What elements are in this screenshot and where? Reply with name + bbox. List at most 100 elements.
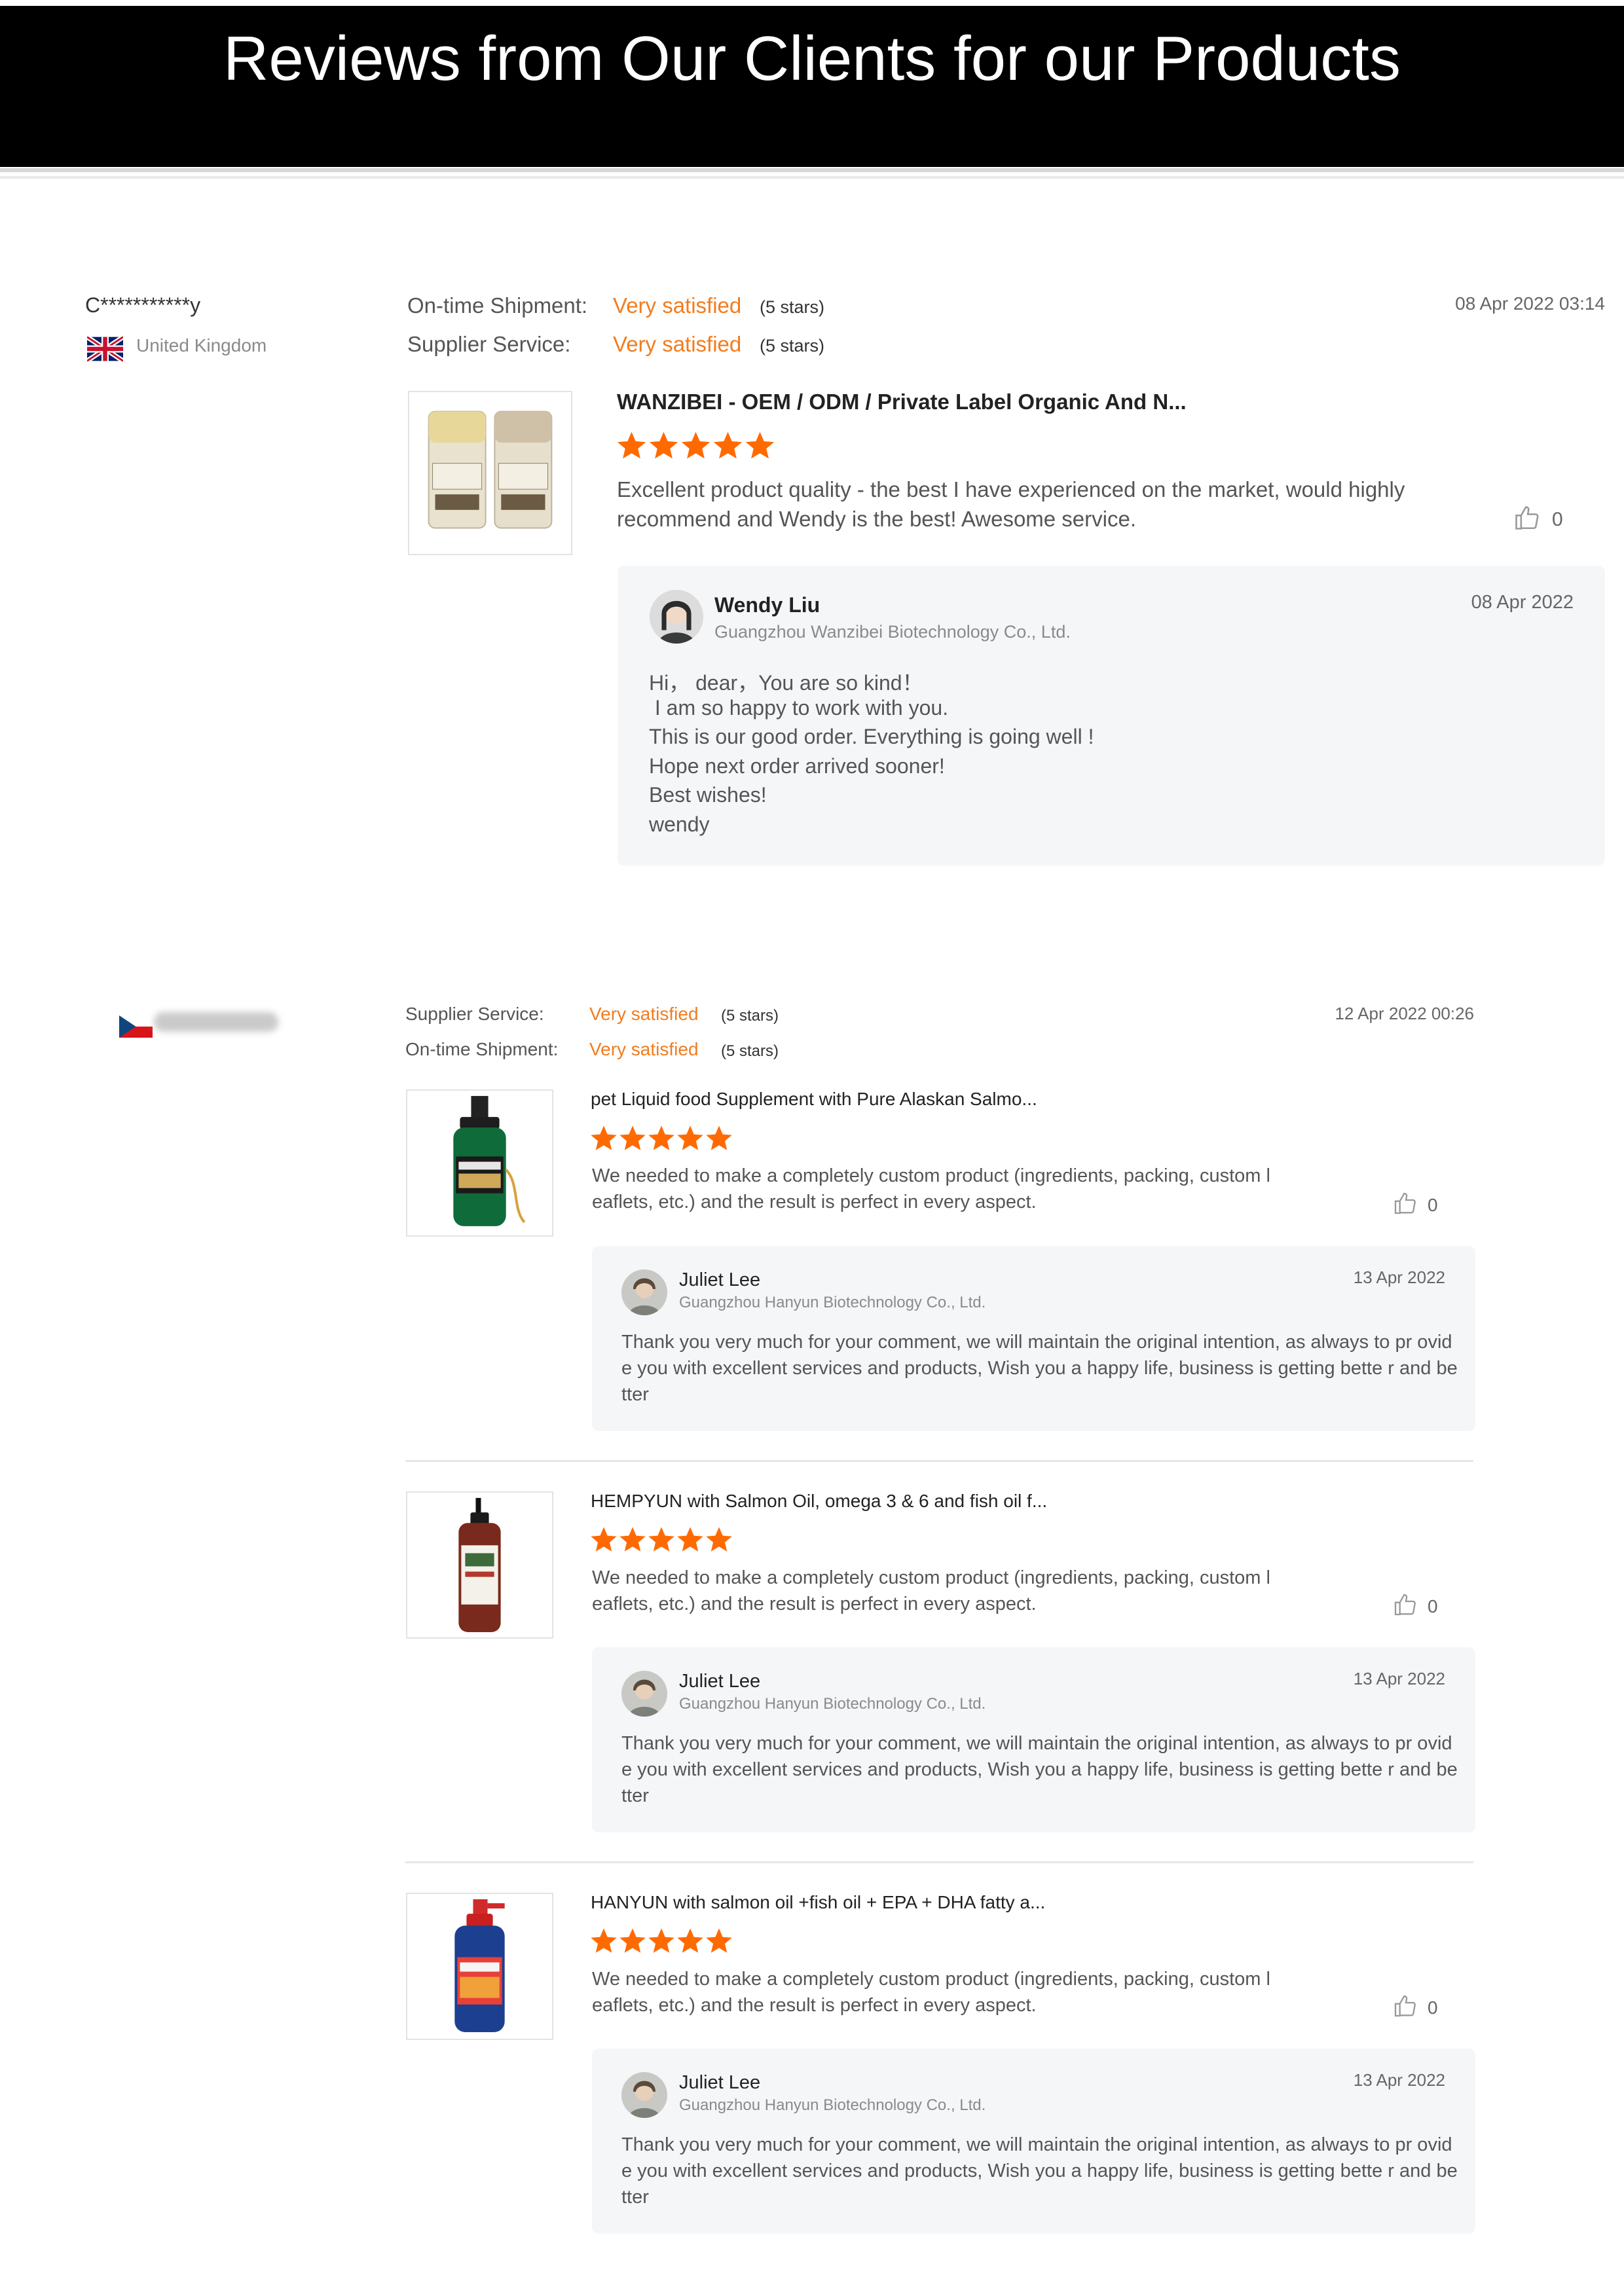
star-icon (589, 1927, 618, 1958)
reply-company: Guangzhou Hanyun Biotechnology Co., Ltd. (679, 1294, 986, 1311)
like-button[interactable]: 0 (1392, 1190, 1438, 1220)
avatar (621, 2072, 667, 2118)
reply-date: 08 Apr 2022 (1471, 592, 1574, 613)
thumbs-up-icon (1392, 1592, 1418, 1621)
reply-author: Juliet Lee (679, 2072, 761, 2093)
reply-author: Juliet Lee (679, 1269, 761, 1290)
reviewer-name: C***********y (85, 293, 201, 317)
like-button[interactable]: 0 (1513, 503, 1563, 536)
seller-reply: Wendy Liu Guangzhou Wanzibei Biotechnolo… (618, 566, 1605, 866)
star-icon (744, 431, 776, 464)
reply-author: Wendy Liu (714, 593, 821, 617)
star-icon (589, 1125, 618, 1156)
seller-reply: Juliet Lee Guangzhou Hanyun Biotechnolog… (592, 1647, 1475, 1832)
review-comment: We needed to make a completely custom pr… (592, 1969, 1270, 2016)
star-icon (705, 1526, 733, 1557)
product-title[interactable]: HANYUN with salmon oil +fish oil + EPA +… (591, 1892, 1045, 1913)
thumbs-up-icon (1513, 503, 1541, 536)
czech-flag-icon (119, 1015, 153, 1038)
review-date: 12 Apr 2022 00:26 (1335, 1004, 1474, 1023)
reply-line: This is our good order. Everything is go… (649, 725, 1094, 748)
like-button[interactable]: 0 (1392, 1993, 1438, 2022)
star-icon (676, 1526, 705, 1557)
rating-value: Very satisfied (613, 332, 742, 356)
review-divider (405, 1861, 1473, 1863)
product-thumbnail[interactable] (408, 391, 572, 555)
like-count: 0 (1428, 1194, 1438, 1215)
avatar (650, 590, 703, 644)
review-date: 08 Apr 2022 03:14 (1455, 293, 1605, 314)
avatar (621, 1269, 667, 1315)
review-divider (405, 1460, 1473, 1462)
uk-flag-icon (85, 335, 125, 363)
rating-value: Very satisfied (589, 1039, 699, 1059)
like-count: 0 (1552, 508, 1563, 530)
star-icon (648, 431, 680, 464)
star-rating (616, 431, 776, 464)
star-icon (705, 1927, 733, 1958)
review-comment: Excellent product quality - the best I h… (617, 477, 1405, 531)
product-title[interactable]: HEMPYUN with Salmon Oil, omega 3 & 6 and… (591, 1491, 1047, 1512)
thumbs-up-icon (1392, 1993, 1418, 2022)
reply-line: Best wishes! (649, 783, 767, 807)
reply-text: Thank you very much for your comment, we… (621, 2134, 1458, 2208)
reply-company: Guangzhou Wanzibei Biotechnology Co., Lt… (714, 622, 1071, 642)
rating-stars-note: (5 stars) (721, 1007, 779, 1025)
star-rating (589, 1125, 733, 1156)
reviewer-country: United Kingdom (136, 335, 267, 355)
page-title: Reviews from Our Clients for our Product… (223, 24, 1401, 94)
reply-text: Thank you very much for your comment, we… (621, 1332, 1458, 1405)
header-divider (0, 168, 1624, 172)
star-icon (618, 1927, 647, 1958)
star-icon (616, 431, 648, 464)
reply-company: Guangzhou Hanyun Biotechnology Co., Ltd. (679, 2096, 986, 2114)
rating-value: Very satisfied (613, 293, 742, 318)
star-icon (647, 1927, 676, 1958)
reply-line: wendy (649, 812, 710, 836)
reply-author: Juliet Lee (679, 1671, 761, 1692)
star-icon (618, 1526, 647, 1557)
rating-label: Supplier Service: (407, 332, 571, 356)
reply-date: 13 Apr 2022 (1353, 1267, 1445, 1287)
reply-company: Guangzhou Hanyun Biotechnology Co., Ltd. (679, 1695, 986, 1713)
reply-line: Hope next order arrived sooner! (649, 754, 945, 778)
reply-line: I am so happy to work with you. (649, 696, 949, 720)
like-count: 0 (1428, 1595, 1438, 1616)
star-icon (589, 1526, 618, 1557)
star-icon (680, 431, 712, 464)
reply-text: Thank you very much for your comment, we… (621, 1733, 1458, 1806)
reply-line: Hi， dear，You are so kind！ (649, 671, 923, 695)
like-count: 0 (1428, 1997, 1438, 2018)
seller-reply: Juliet Lee Guangzhou Hanyun Biotechnolog… (592, 2049, 1475, 2234)
header-divider-light (0, 176, 1624, 179)
star-icon (676, 1125, 705, 1156)
like-button[interactable]: 0 (1392, 1592, 1438, 1621)
star-icon (705, 1125, 733, 1156)
star-icon (618, 1125, 647, 1156)
rating-stars-note: (5 stars) (760, 297, 825, 317)
product-title[interactable]: WANZIBEI - OEM / ODM / Private Label Org… (617, 390, 1187, 414)
rating-stars-note: (5 stars) (760, 336, 825, 355)
star-icon (712, 431, 744, 464)
product-thumbnail[interactable] (406, 1089, 553, 1237)
star-icon (647, 1526, 676, 1557)
star-icon (647, 1125, 676, 1156)
rating-label: Supplier Service: (405, 1004, 544, 1024)
page-header: Reviews from Our Clients for our Product… (0, 6, 1624, 167)
review-comment: We needed to make a completely custom pr… (592, 1165, 1270, 1212)
seller-reply: Juliet Lee Guangzhou Hanyun Biotechnolog… (592, 1246, 1475, 1431)
thumbs-up-icon (1392, 1190, 1418, 1220)
rating-label: On-time Shipment: (407, 293, 588, 318)
reply-date: 13 Apr 2022 (1353, 2070, 1445, 2090)
reply-date: 13 Apr 2022 (1353, 1669, 1445, 1688)
rating-label: On-time Shipment: (405, 1039, 559, 1059)
rating-value: Very satisfied (589, 1004, 699, 1024)
avatar (621, 1671, 667, 1717)
product-thumbnail[interactable] (406, 1893, 553, 2040)
star-rating (589, 1927, 733, 1958)
review-comment: We needed to make a completely custom pr… (592, 1567, 1270, 1614)
star-rating (589, 1526, 733, 1557)
product-thumbnail[interactable] (406, 1491, 553, 1639)
product-title[interactable]: pet Liquid food Supplement with Pure Ala… (591, 1089, 1037, 1110)
rating-stars-note: (5 stars) (721, 1042, 779, 1060)
